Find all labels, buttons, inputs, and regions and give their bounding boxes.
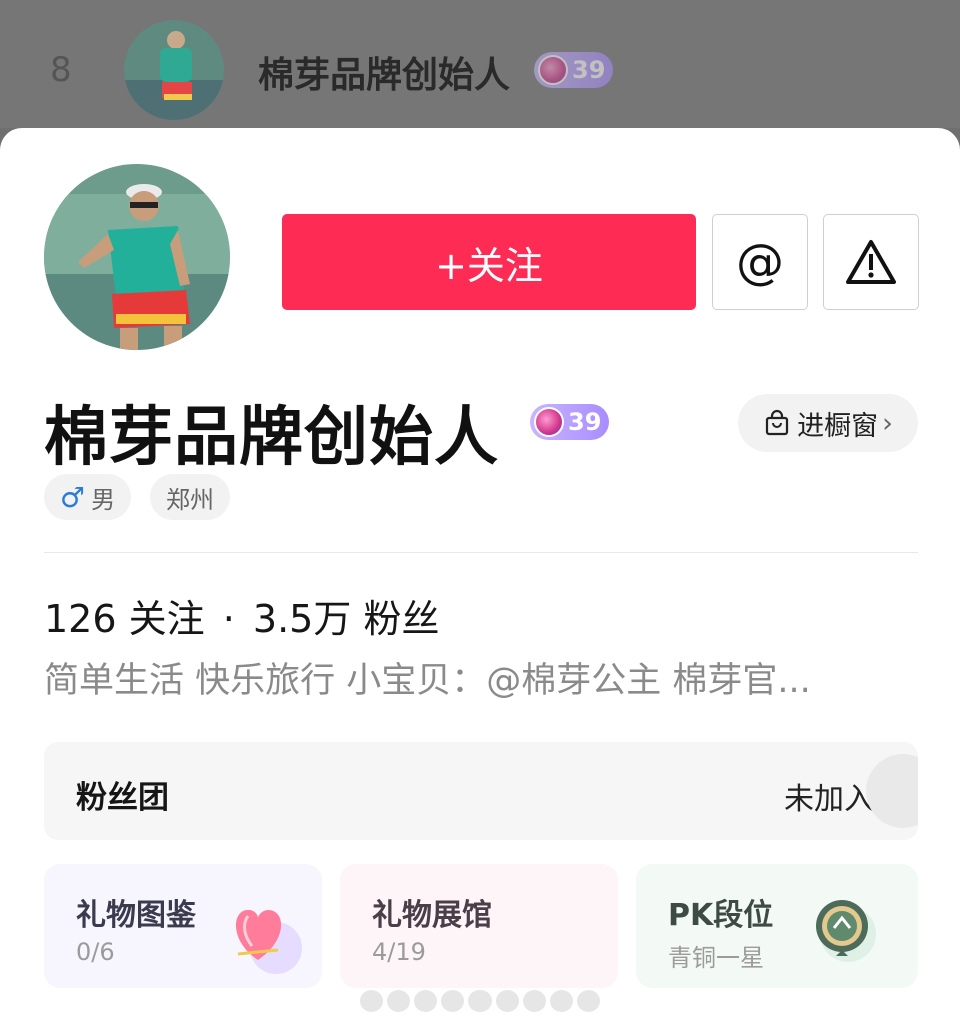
warning-icon <box>846 240 896 284</box>
level-badge[interactable]: 39 <box>530 404 610 440</box>
fan-club-status: 未加入 <box>784 782 874 817</box>
username: 棉芽品牌创始人 <box>258 55 511 96</box>
rank-number: 8 <box>50 50 72 90</box>
location-label: 郑州 <box>166 485 214 514</box>
shopping-bag-icon <box>765 409 789 436</box>
bio-text[interactable]: 简单生活 快乐旅行 小宝贝：@棉芽公主 棉芽官... <box>44 652 811 703</box>
pk-rank-card[interactable]: PK段位 青铜一星 <box>636 864 918 988</box>
gem-icon <box>538 55 568 85</box>
card-title: 礼物展馆 <box>372 898 492 933</box>
follow-button[interactable]: +关注 <box>282 214 696 310</box>
fan-club-title: 粉丝团 <box>76 780 169 816</box>
separator: · <box>222 597 235 641</box>
gift-gallery-card[interactable]: 礼物展馆 4/19 <box>340 864 618 988</box>
fans-label[interactable]: 粉丝 <box>363 597 439 641</box>
level-number: 39 <box>572 56 606 84</box>
background-list-row: 8 棉芽品牌创始人 39 <box>0 0 960 128</box>
location-tag: 郑州 <box>150 474 230 520</box>
shop-window-button[interactable]: 进橱窗 › <box>738 394 918 452</box>
heart-balloon-icon <box>235 909 302 974</box>
following-count[interactable]: 126 <box>44 597 117 641</box>
card-subtitle: 青铜一星 <box>668 944 764 972</box>
gender-label: 男 <box>91 485 116 514</box>
card-subtitle: 4/19 <box>372 938 426 966</box>
following-label[interactable]: 关注 <box>129 597 205 641</box>
report-button[interactable] <box>823 214 919 310</box>
profile-name: 棉芽品牌创始人 <box>44 401 499 475</box>
follow-stats: 126 关注 · 3.5万 粉丝 <box>44 588 439 643</box>
card-title: PK段位 <box>668 898 774 933</box>
at-icon: @ <box>736 234 784 290</box>
divider <box>44 552 918 553</box>
avatar <box>124 20 224 120</box>
male-icon: ♂ <box>60 480 86 514</box>
shop-label: 进橱窗 <box>797 410 879 442</box>
profile-avatar[interactable] <box>44 164 230 350</box>
gender-tag: ♂ 男 <box>44 474 132 520</box>
gift-catalog-card[interactable]: 礼物图鉴 0/6 <box>44 864 322 988</box>
card-title: 礼物图鉴 <box>76 898 196 933</box>
mention-button[interactable]: @ <box>712 214 808 310</box>
bronze-medal-icon <box>816 900 876 962</box>
card-subtitle: 0/6 <box>76 938 115 966</box>
level-badge: 39 <box>534 52 614 88</box>
scroll-indicator <box>360 990 600 1016</box>
level-number: 39 <box>568 408 602 436</box>
gem-icon <box>534 407 564 437</box>
fans-count[interactable]: 3.5万 <box>253 597 351 641</box>
fan-club-card[interactable]: 粉丝团 未加入 <box>44 742 918 840</box>
chevron-right-icon: › <box>882 407 893 439</box>
profile-card-sheet: +关注 @ 棉芽品牌创始人 39 进橱窗 › ♂ 男 郑州 126 关注 · 3… <box>0 128 960 1032</box>
